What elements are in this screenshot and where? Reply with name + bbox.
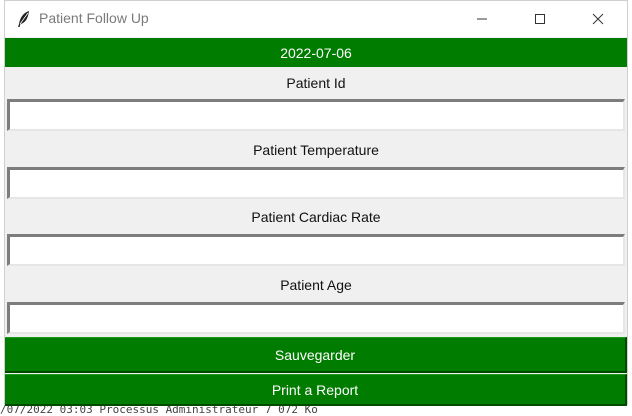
patient-id-input[interactable]: [7, 99, 625, 131]
patient-id-label: Patient Id: [5, 67, 627, 98]
patient-age-input[interactable]: [7, 302, 625, 334]
patient-temperature-input[interactable]: [7, 167, 625, 199]
app-window: Patient Follow Up 2022-07-06 Patient Id …: [4, 0, 628, 406]
feather-icon: [18, 11, 29, 27]
patient-temperature-label: Patient Temperature: [5, 134, 627, 165]
close-icon: [592, 13, 604, 25]
patient-age-label: Patient Age: [5, 269, 627, 300]
close-button[interactable]: [569, 1, 627, 37]
patient-cardiac-rate-label: Patient Cardiac Rate: [5, 201, 627, 232]
maximize-icon: [535, 14, 545, 24]
maximize-button[interactable]: [511, 1, 569, 37]
window-title: Patient Follow Up: [39, 10, 149, 26]
title-bar[interactable]: Patient Follow Up: [5, 1, 627, 37]
print-report-button[interactable]: Print a Report: [5, 374, 627, 406]
save-button[interactable]: Sauvegarder: [5, 337, 627, 373]
date-banner: 2022-07-06: [5, 38, 627, 67]
patient-cardiac-rate-input[interactable]: [7, 234, 625, 266]
minimize-button[interactable]: [453, 1, 511, 37]
minimize-icon: [477, 18, 487, 20]
